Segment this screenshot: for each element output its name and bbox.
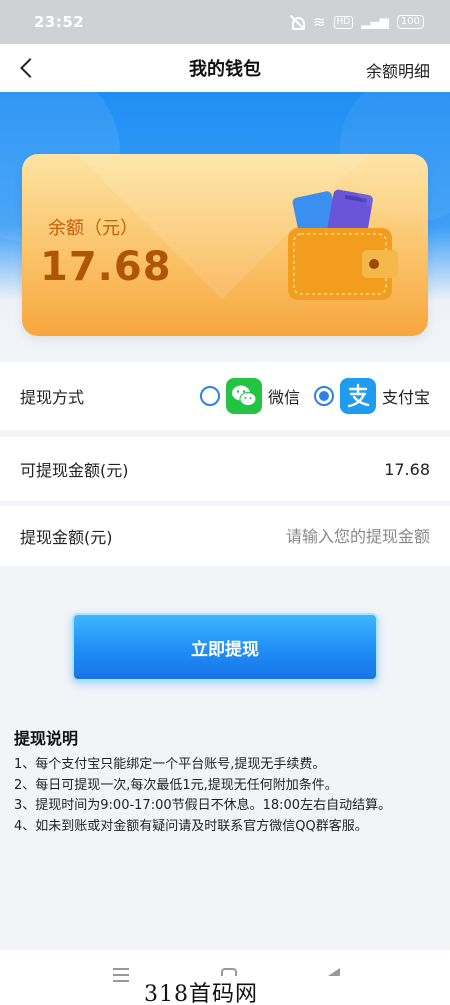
balance-card: 余额（元） 17.68 bbox=[22, 154, 428, 336]
back-icon[interactable] bbox=[18, 58, 38, 78]
note-line: 4、如未到账或对金额有疑问请及时联系官方微信QQ群客服。 bbox=[14, 818, 368, 834]
withdraw-amount-input[interactable] bbox=[210, 526, 430, 546]
note-line: 3、提现时间为9:00-17:00节假日不休息。18:00左右自动结算。 bbox=[14, 798, 392, 813]
withdraw-notes: 提现说明 1、每个支付宝只能绑定一个平台账号,提现无手续费。 2、每日可提现一次… bbox=[14, 725, 439, 837]
notes-title: 提现说明 bbox=[14, 729, 79, 748]
note-line: 2、每日可提现一次,每次最低1元,提现无任何附加条件。 bbox=[14, 777, 338, 793]
available-amount-label: 可提现金额(元) bbox=[20, 461, 129, 480]
wechat-icon bbox=[225, 378, 262, 414]
withdraw-method-row: 提现方式 微信 支付宝 bbox=[0, 362, 450, 430]
available-amount-value: 17.68 bbox=[384, 459, 430, 479]
balance-label: 余额（元） bbox=[48, 218, 138, 239]
method-label-wechat: 微信 bbox=[267, 388, 300, 407]
method-label-alipay: 支付宝 bbox=[381, 388, 430, 407]
balance-amount: 17.68 bbox=[40, 244, 172, 290]
balance-detail-link[interactable]: 余额明细 bbox=[366, 58, 430, 82]
note-line: 1、每个支付宝只能绑定一个平台账号,提现无手续费。 bbox=[14, 757, 326, 772]
status-bar: 23:52 ≋ HD ▂▄▆ 100 bbox=[0, 0, 450, 44]
wallet-icon bbox=[288, 189, 398, 300]
radio-wechat[interactable] bbox=[199, 386, 220, 406]
withdraw-method-options: 微信 支付宝 bbox=[199, 378, 430, 414]
menu-icon[interactable] bbox=[113, 968, 129, 982]
watermark: 318首码网 www.E318.com bbox=[140, 976, 450, 1005]
wifi-icon: ≋ bbox=[312, 13, 326, 31]
alipay-icon bbox=[339, 378, 376, 414]
page-title: 我的钱包 bbox=[189, 59, 261, 80]
mute-icon bbox=[289, 15, 305, 30]
status-icons: ≋ HD ▂▄▆ 100 bbox=[289, 13, 424, 31]
radio-alipay[interactable] bbox=[313, 386, 334, 406]
hero-banner: 余额（元） 17.68 bbox=[0, 92, 450, 360]
withdraw-method-label: 提现方式 bbox=[20, 388, 85, 407]
withdraw-amount-label: 提现金额(元) bbox=[20, 528, 113, 547]
nav-bar: 我的钱包 余额明细 bbox=[0, 44, 450, 92]
method-option-wechat[interactable]: 微信 bbox=[199, 378, 300, 414]
signal-icon: ▂▄▆ bbox=[361, 15, 389, 29]
withdraw-now-button[interactable]: 立即提现 bbox=[72, 613, 378, 681]
status-time: 23:52 bbox=[34, 13, 85, 31]
hd-badge: HD bbox=[333, 15, 354, 29]
battery-icon: 100 bbox=[396, 15, 424, 29]
available-amount-row: 可提现金额(元) 17.68 bbox=[0, 437, 450, 501]
method-option-alipay[interactable]: 支付宝 bbox=[313, 378, 430, 414]
withdraw-amount-row: 提现金额(元) bbox=[0, 506, 450, 566]
